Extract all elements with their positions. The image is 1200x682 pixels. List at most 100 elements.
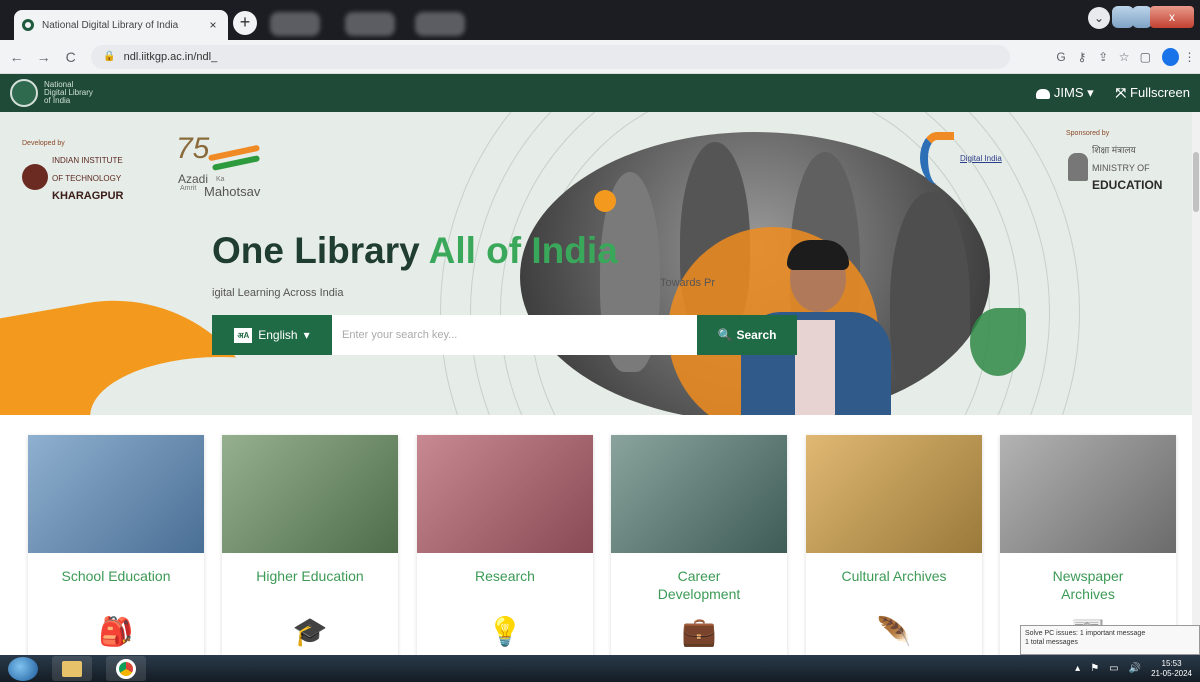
briefcase-icon: 💼 (681, 616, 717, 647)
chevron-down-icon: ▾ (303, 328, 310, 342)
forward-button[interactable]: → (33, 49, 54, 65)
card-label: Newspaper Archives (1052, 568, 1124, 602)
ndl-logo[interactable]: National Digital Library of India (10, 79, 114, 107)
language-dropdown[interactable]: अA English ▾ (212, 315, 332, 355)
card-image (611, 435, 787, 553)
card-label: Higher Education (256, 568, 364, 584)
digital-india-logo[interactable]: Digital India (920, 132, 1002, 184)
quill-icon: 🪶 (876, 616, 912, 647)
card-cultural-archives[interactable]: Cultural Archives 🪶 (806, 435, 982, 665)
google-lens-icon[interactable]: G (1050, 50, 1071, 64)
national-emblem-icon (1068, 153, 1088, 181)
student-tshirt (795, 320, 835, 415)
back-button[interactable]: ← (6, 49, 27, 65)
tray-expand-icon[interactable]: ▴ (1075, 663, 1080, 674)
scrollbar-thumb[interactable] (1193, 152, 1199, 212)
share-icon[interactable]: ⇪ (1093, 50, 1114, 64)
browser-tab-active[interactable]: National Digital Library of India × (14, 10, 228, 40)
taskbar-chrome[interactable] (106, 656, 146, 681)
card-label: School Education (61, 568, 171, 584)
system-tray: ▴ ⚑ ▭ 🔊 15:53 21-05-2024 (1075, 659, 1200, 679)
ndl-emblem-icon (10, 79, 38, 107)
site-favicon-icon (22, 19, 34, 31)
digital-india-text: Digital India (960, 153, 1002, 163)
key-icon[interactable]: ⚷ (1072, 50, 1093, 64)
card-image (1000, 435, 1176, 553)
start-button[interactable] (8, 656, 38, 681)
fullscreen-label: Fullscreen (1130, 85, 1190, 100)
hero-section: Developed by INDIAN INSTITUTE OF TECHNOL… (0, 112, 1200, 415)
search-button[interactable]: 🔍 Search (697, 315, 797, 355)
site-header: National Digital Library of India JIMS ▾… (0, 74, 1200, 112)
search-input[interactable] (332, 315, 697, 355)
url-text: ndl.iitkgp.ac.in/ndl_ (123, 50, 218, 63)
bookmark-star-icon[interactable]: ☆ (1114, 50, 1135, 64)
category-cards: School Education 🎒 Higher Education 🎓 Re… (0, 415, 1200, 665)
card-label: Cultural Archives (841, 568, 947, 584)
card-label: Career Development (657, 568, 741, 602)
digital-india-mark-icon (920, 132, 954, 184)
azadi-amrit-text: Amrit (180, 185, 197, 192)
card-label: Research (475, 568, 535, 584)
profile-avatar[interactable] (1161, 47, 1180, 66)
moe-logo-name: EDUCATION (1092, 178, 1163, 192)
graduation-cap-icon: 🎓 (292, 616, 328, 647)
card-career-development[interactable]: Career Development 💼 (611, 435, 787, 665)
tab-close-button[interactable]: × (206, 18, 220, 32)
fullscreen-button[interactable]: ⤧ Fullscreen (1116, 85, 1190, 101)
green-leaf-decor (970, 308, 1026, 376)
language-label: English (258, 328, 298, 342)
chrome-icon (116, 658, 136, 679)
folder-icon (62, 660, 82, 677)
hero-title-part2: All of India (428, 230, 618, 271)
azadi-number: 75 (176, 132, 210, 165)
blurred-tab[interactable] (270, 12, 320, 36)
network-icon[interactable]: ▭ (1109, 663, 1118, 674)
search-bar: अA English ▾ 🔍 Search (212, 315, 797, 355)
iit-logo-name: KHARAGPUR (52, 190, 124, 202)
azadi-ka-amrit-mahotsav-logo: 75 Azadi Ka Amrit Mahotsav (176, 132, 276, 199)
card-research[interactable]: Research 💡 (417, 435, 593, 665)
tab-title: National Digital Library of India (42, 19, 179, 31)
reload-button[interactable]: C (60, 49, 81, 65)
ministry-of-education-logo[interactable]: शिक्षा मंत्रालय MINISTRY OF EDUCATION (1068, 140, 1162, 194)
side-panel-icon[interactable]: ▢ (1135, 50, 1156, 64)
hero-title-part1: One Library (212, 230, 420, 271)
volume-icon[interactable]: 🔊 (1129, 663, 1141, 674)
search-icon: 🔍 (717, 328, 733, 342)
windows-notification[interactable]: Solve PC issues: 1 important message 1 t… (1020, 625, 1200, 655)
new-tab-button[interactable]: + (233, 11, 257, 35)
clock[interactable]: 15:53 21-05-2024 (1151, 659, 1192, 679)
hero-title: One Library All of India (212, 230, 618, 272)
backpack-icon: 🎒 (98, 616, 134, 647)
user-menu[interactable]: JIMS ▾ (1035, 85, 1094, 101)
blurred-tab[interactable] (415, 12, 465, 36)
flag-icon[interactable]: ⚑ (1090, 663, 1099, 674)
language-icon: अA (234, 327, 253, 343)
moe-logo-text: शिक्षा मंत्रालय MINISTRY OF (1092, 145, 1150, 173)
card-higher-education[interactable]: Higher Education 🎓 (222, 435, 398, 665)
lock-icon: 🔒 (103, 51, 116, 62)
hero-subtitle: igital Learning Across India (212, 287, 344, 299)
card-image (222, 435, 398, 553)
blurred-tab[interactable] (345, 12, 395, 36)
taskbar-explorer[interactable] (52, 656, 92, 681)
orange-decor-dot (594, 190, 616, 212)
iit-logo-text: INDIAN INSTITUTE OF TECHNOLOGY (52, 156, 123, 183)
page-scrollbar[interactable] (1192, 112, 1200, 655)
minimize-button[interactable] (1112, 6, 1134, 28)
browser-toolbar: ← → C 🔒 ndl.iitkgp.ac.in/ndl_ G ⚷ ⇪ ☆ ▢ … (0, 40, 1200, 74)
windows-taskbar: ▴ ⚑ ▭ 🔊 15:53 21-05-2024 (0, 655, 1200, 682)
ndl-logo-text: National Digital Library of India (44, 80, 93, 105)
photo-person (890, 192, 970, 412)
card-image (417, 435, 593, 553)
iit-kharagpur-logo[interactable]: INDIAN INSTITUTE OF TECHNOLOGY KHARAGPUR (22, 150, 124, 204)
clock-date: 21-05-2024 (1151, 668, 1192, 678)
window-close-button[interactable]: x (1150, 6, 1194, 28)
maximize-button[interactable] (1132, 6, 1152, 28)
hero-subtitle-secondary: Towards Pr (660, 277, 716, 289)
address-bar[interactable]: 🔒 ndl.iitkgp.ac.in/ndl_ (91, 44, 1011, 69)
card-school-education[interactable]: School Education 🎒 (28, 435, 204, 665)
tab-search-button[interactable]: ⌄ (1088, 7, 1110, 29)
menu-kebab-icon[interactable]: ⋮ (1179, 50, 1200, 64)
